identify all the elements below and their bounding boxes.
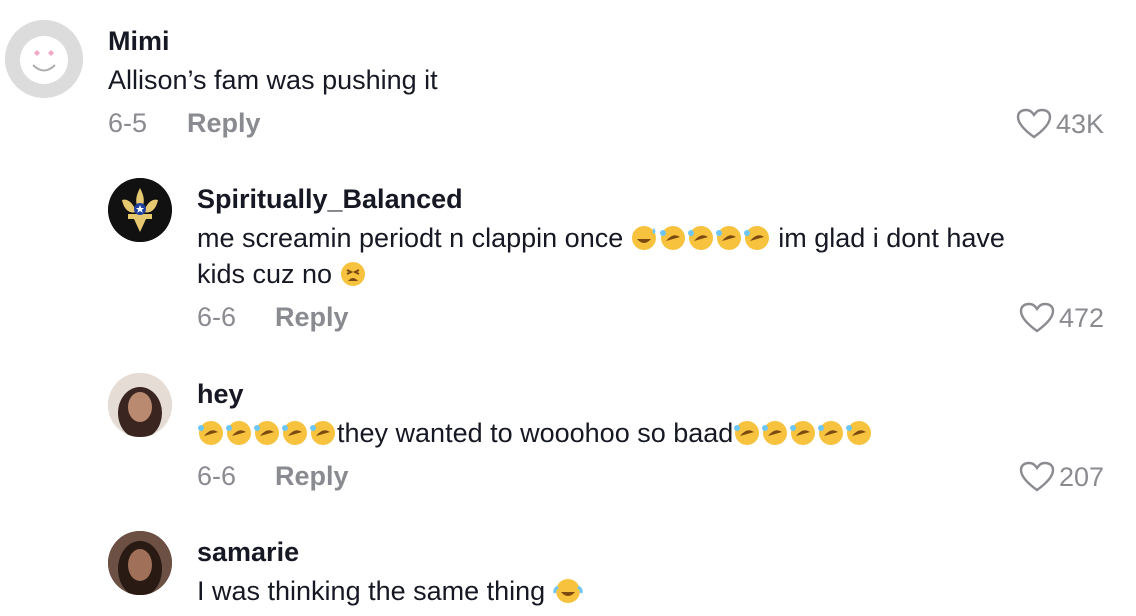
emoji-joy-icon <box>553 577 583 613</box>
comment-text-line2: kids cuz no <box>197 256 368 296</box>
comment-text: Allison’s fam was pushing it <box>108 65 438 95</box>
comment-username[interactable]: samarie <box>197 537 299 568</box>
emoji-rofl-icon <box>733 419 761 455</box>
comment-username[interactable]: Mimi <box>108 26 170 57</box>
comment-username[interactable]: Spiritually_Balanced <box>197 184 463 215</box>
user-avatar[interactable] <box>108 178 172 242</box>
emoji-rofl-icon <box>817 419 845 455</box>
smiley-icon <box>5 20 83 98</box>
emoji-rofl-icon <box>845 419 873 455</box>
emoji-rofl-icon <box>715 224 743 260</box>
comment-date: 6-6 <box>197 461 237 491</box>
comment-text-part: im glad i dont have <box>770 223 1005 253</box>
like-button[interactable]: 43K <box>1016 108 1104 140</box>
comment-text-part: they wanted to wooohoo so baad <box>337 418 734 448</box>
comment-date: 6-6 <box>197 302 237 332</box>
user-photo-icon <box>108 373 172 437</box>
reply-button[interactable]: Reply <box>187 108 261 139</box>
emoji-rofl-icon <box>687 224 715 260</box>
emoji-rofl-icon <box>253 419 281 455</box>
comment-text-part: I was thinking the same thing <box>197 576 553 606</box>
like-count: 43K <box>1055 108 1104 139</box>
comment-username[interactable]: hey <box>197 379 244 410</box>
comment-text-part: me screamin periodt n clappin once <box>197 223 631 253</box>
emoji-rofl-icon <box>659 224 687 260</box>
emoji-rofl-icon <box>789 419 817 455</box>
comment-text: I was thinking the same thing <box>197 573 583 613</box>
like-button[interactable]: 472 <box>1019 302 1104 334</box>
emoji-rofl-icon <box>281 419 309 455</box>
user-avatar[interactable] <box>108 373 172 437</box>
heart-icon <box>1016 108 1052 139</box>
user-photo-icon <box>108 531 172 595</box>
user-avatar[interactable] <box>108 531 172 595</box>
emoji-rofl-icon <box>309 419 337 455</box>
emoji-sweat-smile-icon <box>631 224 659 260</box>
emoji-rofl-icon <box>761 419 789 455</box>
reply-button[interactable]: Reply <box>275 302 349 333</box>
comment-text-part: kids cuz no <box>197 259 340 289</box>
like-count: 207 <box>1058 461 1104 492</box>
heart-icon <box>1019 461 1055 492</box>
reply-button[interactable]: Reply <box>275 461 349 492</box>
like-button[interactable]: 207 <box>1019 461 1104 493</box>
comment-date: 6-5 <box>108 108 148 138</box>
emoji-rofl-icon <box>197 419 225 455</box>
emoji-rofl-icon <box>743 224 771 260</box>
fleur-de-lis-icon <box>108 178 172 242</box>
comment-text: they wanted to wooohoo so baad <box>197 415 873 455</box>
like-count: 472 <box>1058 302 1104 333</box>
default-avatar[interactable] <box>5 20 83 98</box>
heart-icon <box>1019 302 1055 333</box>
emoji-tired-face-icon <box>340 260 368 296</box>
comment-text-line1: me screamin periodt n clappin once im gl… <box>197 220 1005 260</box>
emoji-rofl-icon <box>225 419 253 455</box>
